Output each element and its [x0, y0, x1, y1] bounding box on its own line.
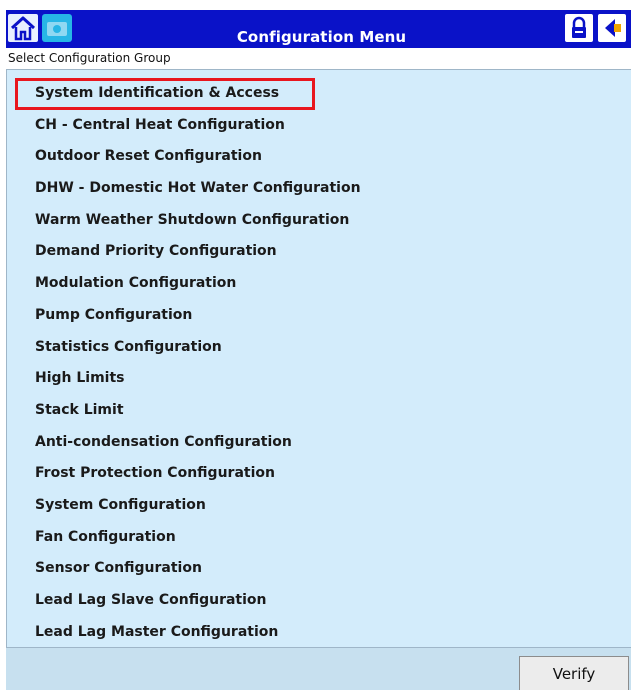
list-item[interactable]: Frost Protection Configuration [15, 458, 615, 490]
header-bar: Configuration Menu [6, 10, 631, 48]
list-item[interactable]: Warm Weather Shutdown Configuration [15, 205, 615, 237]
list-item[interactable]: Fan Configuration [15, 522, 615, 554]
subheader-label: Select Configuration Group [6, 48, 631, 68]
header-title: Configuration Menu [236, 28, 407, 46]
list-item[interactable]: Stack Limit [15, 395, 615, 427]
list-item[interactable]: Demand Priority Configuration [15, 236, 615, 268]
list-item[interactable]: Sensor Configuration [15, 553, 615, 585]
list-item[interactable]: High Limits [15, 363, 615, 395]
list-item[interactable]: Statistics Configuration [15, 332, 615, 364]
configuration-group-list: System Identification & Access CH - Centr… [6, 69, 631, 647]
list-item-selected[interactable]: System Identification & Access [15, 78, 315, 110]
list-item[interactable]: Pump Configuration [15, 300, 615, 332]
list-item[interactable]: Lead Lag Master Configuration [15, 617, 615, 649]
list-item[interactable]: Anti-condensation Configuration [15, 427, 615, 459]
list-item[interactable]: Lead Lag Slave Configuration [15, 585, 615, 617]
list-item[interactable]: DHW - Domestic Hot Water Configuration [15, 173, 615, 205]
back-button[interactable] [598, 14, 626, 42]
list-item[interactable]: CH - Central Heat Configuration [15, 110, 615, 142]
list-item[interactable]: System Configuration [15, 490, 615, 522]
lock-icon [572, 16, 586, 38]
verify-button[interactable]: Verify [519, 656, 629, 690]
list-item[interactable]: Modulation Configuration [15, 268, 615, 300]
footer-bar: Verify [6, 647, 631, 690]
list-container: System Identification & Access CH - Centr… [15, 78, 615, 648]
configuration-screen: Configuration Menu Select Configuration … [0, 0, 631, 690]
back-arrow-icon [605, 19, 621, 37]
lock-button[interactable] [565, 14, 593, 42]
list-item[interactable]: Outdoor Reset Configuration [15, 141, 615, 173]
